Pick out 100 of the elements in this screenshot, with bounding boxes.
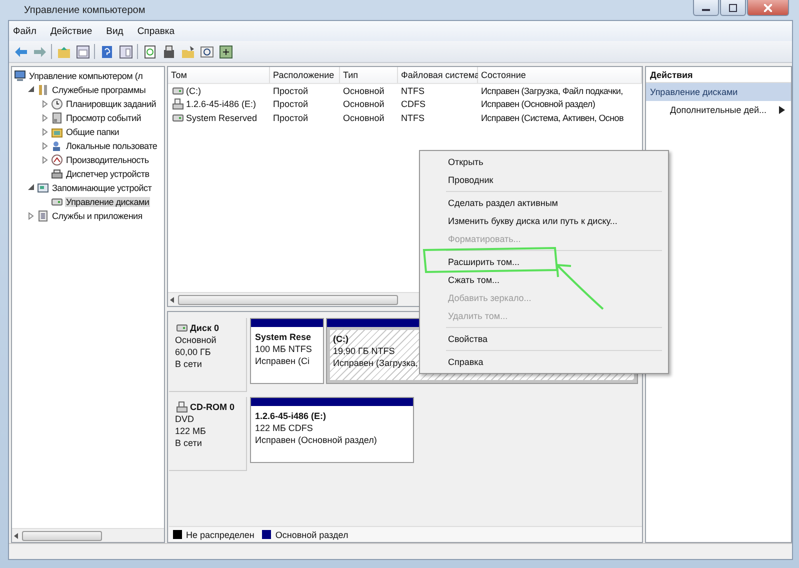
menu-item[interactable]: Файл: [13, 26, 36, 36]
table-cell-text: CDFS: [400, 98, 426, 111]
menu-item[interactable]: Расширить том...: [422, 253, 666, 271]
disk-info: 122 МБ: [175, 425, 206, 437]
partition-size: 122 МБ CDFS: [255, 422, 313, 434]
table-cell: System Reserved: [186, 112, 258, 123]
tree-item[interactable]: Служебные программы: [51, 85, 147, 95]
table-cell-text: Исправен (Система, Активен, Основ: [480, 112, 624, 124]
expanded-arrow-icon[interactable]: [27, 85, 36, 95]
tree-item[interactable]: Общие папки: [65, 127, 120, 137]
table-cell-text: Основной: [342, 98, 386, 111]
close-button[interactable]: [747, 0, 789, 16]
menu-item[interactable]: Справка: [422, 353, 666, 371]
menu-item[interactable]: Справка: [137, 26, 175, 36]
toolbar-button[interactable]: [199, 44, 214, 59]
open-folder-icon: [180, 44, 194, 58]
table-cell-text: Простой: [272, 98, 310, 111]
menu-item[interactable]: Открыть: [422, 153, 666, 171]
panel-icon: [76, 44, 90, 58]
tree-item[interactable]: Планировщик заданий: [65, 99, 158, 109]
column-header[interactable]: Расположение: [270, 67, 340, 83]
disk-info: Основной: [175, 334, 216, 346]
list-icon: [37, 210, 49, 222]
collapsed-arrow-icon[interactable]: [41, 99, 50, 109]
table-cell: 1.2.6-45-i486 (E:): [186, 99, 256, 110]
collapsed-arrow-icon[interactable]: [27, 211, 36, 221]
disk-info: В сети: [175, 437, 202, 449]
menu-item[interactable]: Изменить букву диска или путь к диску...: [422, 212, 666, 230]
tools-icon: [37, 84, 49, 96]
column-header[interactable]: Состояние: [478, 67, 642, 83]
menu-item[interactable]: Проводник: [422, 171, 666, 189]
properties-icon: [162, 44, 176, 58]
partition-size: 100 МБ NTFS: [255, 343, 312, 355]
submenu-arrow-icon: [779, 106, 785, 114]
menu-item[interactable]: Сделать раздел активным: [422, 194, 666, 212]
menu-item[interactable]: Сжать том...: [422, 271, 666, 289]
scroll-left-arrow-icon[interactable]: [168, 296, 176, 304]
scroll-left-arrow-icon[interactable]: [12, 532, 20, 540]
partition-status: Исправен (Сі: [255, 355, 310, 367]
legend-label: Основной раздел: [275, 530, 348, 540]
toolbar-button[interactable]: [142, 44, 157, 59]
folder-up-icon: [56, 44, 70, 58]
back-arrow-icon: [14, 44, 28, 58]
column-header[interactable]: Тип: [340, 67, 398, 83]
partition-status: Исправен (Загрузка,: [333, 357, 418, 369]
computer-icon: [14, 70, 26, 82]
gauge-icon: [51, 154, 63, 166]
expanded-arrow-icon[interactable]: [27, 183, 36, 193]
collapsed-arrow-icon[interactable]: [41, 113, 50, 123]
drive-icon: [51, 196, 63, 208]
partition-block[interactable]: System Rese 100 МБ NTFS Исправен (Сі: [250, 318, 324, 384]
partition-header-bar: [251, 319, 323, 327]
collapsed-arrow-icon[interactable]: [41, 155, 50, 165]
collapsed-arrow-icon[interactable]: [41, 127, 50, 137]
table-cell-text: Основной: [342, 112, 386, 124]
table-cell-text: Исправен (Основной раздел): [480, 98, 596, 111]
action-item[interactable]: Дополнительные дей...: [646, 101, 791, 119]
legend-label: Не распределен: [186, 530, 254, 540]
tree-item[interactable]: Управление дисками: [65, 197, 150, 207]
forward-arrow-icon: [32, 44, 46, 58]
table-cell-text: Основной: [342, 84, 386, 98]
disk-name: CD-ROM 0: [190, 402, 234, 412]
users-icon: [51, 140, 63, 152]
toolbar-button[interactable]: [161, 44, 176, 59]
tree-item[interactable]: Производительность: [65, 155, 150, 165]
drive-icon: [172, 112, 184, 124]
partition-title: 1.2.6-45-i486 (E:): [255, 410, 326, 422]
storage-icon: [37, 182, 49, 194]
menu-item[interactable]: Свойства: [422, 330, 666, 348]
printer-icon: [51, 168, 63, 180]
clock-icon: [51, 98, 63, 110]
disk-info: DVD: [175, 413, 194, 425]
tree-item[interactable]: Управление компьютером (л: [28, 71, 144, 81]
disk-info: В сети: [175, 358, 202, 370]
table-cell: (C:): [186, 86, 201, 96]
maximize-button[interactable]: [720, 0, 746, 16]
partition-size: 19,90 ГБ NTFS: [333, 345, 395, 357]
tree-item[interactable]: Запоминающие устройст: [51, 183, 153, 193]
menu-item[interactable]: Вид: [106, 26, 124, 36]
disk-name: Диск 0: [190, 323, 219, 333]
tree-item[interactable]: Просмотр событий: [65, 113, 142, 123]
drive-icon: [176, 322, 188, 334]
menu-item[interactable]: Действие: [50, 26, 92, 36]
toolbar-button[interactable]: [180, 44, 195, 59]
tree-item[interactable]: Диспетчер устройств: [65, 169, 150, 179]
horizontal-scrollbar[interactable]: [12, 528, 164, 542]
column-header[interactable]: Том: [168, 67, 270, 83]
table-cell-text: NTFS: [400, 112, 426, 124]
actions-section[interactable]: Управление дисками: [646, 83, 791, 101]
collapsed-arrow-icon[interactable]: [41, 141, 50, 151]
maximize-icon: [729, 4, 737, 12]
tree-item[interactable]: Локальные пользовате: [65, 141, 158, 151]
minimize-button[interactable]: [693, 0, 719, 16]
refresh-icon: [142, 44, 156, 58]
export-icon: [218, 44, 232, 58]
tree-item[interactable]: Службы и приложения: [51, 211, 144, 221]
partition-block[interactable]: 1.2.6-45-i486 (E:) 122 МБ CDFS Исправен (Основной раздел): [250, 397, 414, 463]
table-cell-text: Простой: [272, 84, 310, 98]
toolbar-button[interactable]: [218, 44, 233, 59]
partition-title: System Rese: [255, 331, 312, 343]
